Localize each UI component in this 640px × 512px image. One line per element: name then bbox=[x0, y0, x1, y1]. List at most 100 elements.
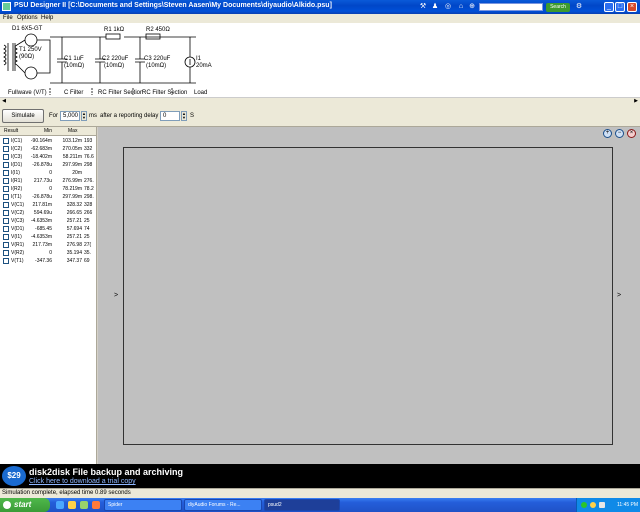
result-checkbox[interactable] bbox=[3, 178, 9, 184]
i1-label: I1 bbox=[196, 56, 202, 62]
stage-load: Load bbox=[194, 90, 208, 96]
r1-label: R1 1kΩ bbox=[104, 27, 125, 33]
c2-label: C2 220uF bbox=[102, 56, 129, 62]
minimize-button[interactable]: _ bbox=[604, 2, 614, 12]
tray-volume-icon[interactable] bbox=[599, 502, 605, 508]
window-title: PSU Designer II [C:\Documents and Settin… bbox=[14, 2, 332, 9]
c1-esr: (10mΩ) bbox=[64, 63, 85, 69]
delay-unit: S bbox=[190, 113, 195, 119]
zoom-out-icon[interactable]: − bbox=[615, 129, 624, 138]
result-row[interactable]: V(T1) -347.36 347.37 69 bbox=[0, 257, 96, 266]
result-checkbox[interactable] bbox=[3, 210, 9, 216]
result-checkbox[interactable] bbox=[3, 146, 9, 152]
zoom-reset-icon[interactable]: × bbox=[627, 129, 636, 138]
header-result: Result bbox=[4, 128, 19, 134]
result-checkbox[interactable] bbox=[3, 154, 9, 160]
status-bar: Simulation complete, elapsed time 0.89 s… bbox=[0, 488, 640, 498]
r2-label: R2 450Ω bbox=[146, 27, 170, 33]
task-diyaudio[interactable]: diyAudio Forums - Re... bbox=[184, 499, 262, 511]
left-axis-marker: > bbox=[114, 292, 119, 299]
header-max: Max bbox=[68, 128, 78, 134]
stage-rc2: RC Filter Section bbox=[142, 90, 188, 96]
result-checkbox[interactable] bbox=[3, 162, 9, 168]
c3-esr: (10mΩ) bbox=[146, 63, 167, 69]
result-checkbox[interactable] bbox=[3, 194, 9, 200]
result-checkbox[interactable] bbox=[3, 218, 9, 224]
ad-banner[interactable]: $29 disk2disk File backup and archiving … bbox=[0, 464, 640, 488]
scroll-left-icon[interactable]: ◀ bbox=[0, 98, 8, 105]
plot-canvas[interactable] bbox=[123, 147, 613, 445]
i1-value: 20mA bbox=[196, 63, 212, 69]
task-spider[interactable]: Spider bbox=[104, 499, 182, 511]
result-max: 347.37 bbox=[66, 258, 82, 264]
c1-label: C1 1uF bbox=[64, 56, 84, 62]
menu-help[interactable]: Help bbox=[41, 14, 53, 23]
home-icon[interactable]: ⌂ bbox=[456, 2, 466, 11]
delay-label: after a reporting delay of bbox=[100, 113, 166, 119]
menu-options[interactable]: Options bbox=[17, 14, 38, 23]
c3-label: C3 220uF bbox=[144, 56, 171, 62]
simulation-toolbar: Simulate For 5,000 ▲ ▼ ms after a reporti… bbox=[0, 105, 640, 127]
windows-logo-icon bbox=[3, 501, 11, 509]
d1-label: D1 6X5-GT bbox=[12, 26, 43, 32]
ad-price-badge: $29 bbox=[2, 466, 26, 486]
result-extra: 69 bbox=[84, 258, 90, 264]
stage-fullwave: Fullwave (V/T) bbox=[8, 90, 47, 96]
system-tray: 11:45 PM bbox=[576, 498, 640, 512]
t1-ohm: (90Ω) bbox=[19, 54, 35, 60]
tray-clock: 11:45 PM bbox=[617, 502, 639, 508]
result-min: -347.36 bbox=[35, 258, 52, 264]
transfer-icon[interactable]: ⚒ bbox=[418, 2, 428, 11]
delay-input[interactable]: 0 bbox=[160, 111, 180, 121]
results-table: Result Min Max I(C1) -90.164m 103.12m 193 I(… bbox=[0, 127, 97, 464]
for-label: For bbox=[49, 113, 58, 119]
menu-bar: File Options Help bbox=[0, 14, 640, 23]
result-checkbox[interactable] bbox=[3, 258, 9, 264]
stage-rc1: RC Filter Section bbox=[98, 90, 144, 96]
result-checkbox[interactable] bbox=[3, 226, 9, 232]
menu-file[interactable]: File bbox=[3, 14, 13, 23]
c2-esr: (10mΩ) bbox=[104, 63, 125, 69]
result-checkbox[interactable] bbox=[3, 186, 9, 192]
zoom-in-icon[interactable]: + bbox=[603, 129, 612, 138]
search-button[interactable]: Search bbox=[546, 3, 570, 12]
duration-spinner[interactable]: ▲ ▼ bbox=[81, 111, 87, 121]
result-checkbox[interactable] bbox=[3, 138, 9, 144]
folder-icon[interactable] bbox=[68, 501, 76, 509]
right-axis-marker: > bbox=[617, 292, 622, 299]
web-icon[interactable]: ⊕ bbox=[467, 2, 477, 11]
result-checkbox[interactable] bbox=[3, 242, 9, 248]
delay-spinner[interactable]: ▲ ▼ bbox=[181, 111, 187, 121]
duration-unit: ms bbox=[89, 113, 97, 119]
tray-network-icon[interactable] bbox=[590, 502, 596, 508]
tray-security-icon[interactable] bbox=[581, 502, 587, 508]
task-psud2[interactable]: psud2 bbox=[264, 499, 340, 511]
ie-icon[interactable] bbox=[56, 501, 64, 509]
close-button[interactable]: × bbox=[627, 2, 637, 12]
media-icon[interactable] bbox=[92, 501, 100, 509]
circuit-schematic[interactable]: D1 6X5-GT T1 250V (90Ω) C1 1uF (10mΩ) R1… bbox=[0, 23, 640, 97]
simulate-button[interactable]: Simulate bbox=[2, 109, 44, 123]
globe-icon[interactable]: ◎ bbox=[443, 2, 453, 11]
stage-cfilter: C Filter bbox=[64, 90, 84, 96]
search-input[interactable] bbox=[479, 3, 543, 11]
user-icon[interactable]: ♟ bbox=[430, 2, 440, 11]
circuit-scrollbar[interactable]: ◀ ▶ bbox=[0, 97, 640, 105]
result-checkbox[interactable] bbox=[3, 202, 9, 208]
result-checkbox[interactable] bbox=[3, 250, 9, 256]
result-checkbox[interactable] bbox=[3, 170, 9, 176]
taskbar: start Spider diyAudio Forums - Re... psu… bbox=[0, 498, 640, 512]
scroll-right-icon[interactable]: ▶ bbox=[632, 98, 640, 105]
app-icon bbox=[2, 2, 11, 11]
title-bar: PSU Designer II [C:\Documents and Settin… bbox=[0, 0, 640, 14]
circuit-drawing bbox=[3, 33, 196, 95]
result-checkbox[interactable] bbox=[3, 234, 9, 240]
ad-title: disk2disk File backup and archiving bbox=[29, 467, 184, 477]
t1-label: T1 250V bbox=[19, 47, 42, 53]
settings-icon[interactable]: ⚙ bbox=[574, 2, 584, 11]
duration-input[interactable]: 5,000 bbox=[60, 111, 80, 121]
desktop-icon[interactable] bbox=[80, 501, 88, 509]
status-text: Simulation complete, elapsed time 0.89 s… bbox=[2, 490, 131, 496]
ad-download-link[interactable]: Click here to download a trial copy bbox=[29, 478, 136, 485]
maximize-button[interactable]: □ bbox=[615, 2, 625, 12]
